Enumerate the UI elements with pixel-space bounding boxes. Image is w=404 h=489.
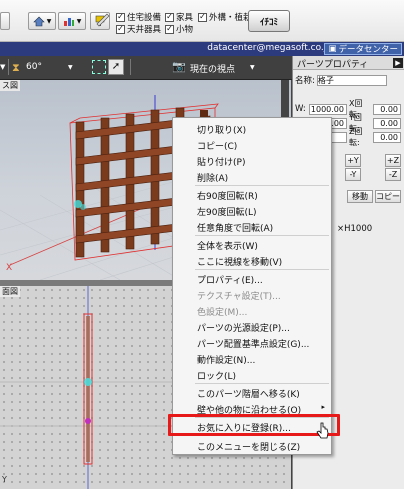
datacenter-icon: ▣	[328, 44, 337, 54]
toolbar-left-button[interactable]	[0, 12, 10, 30]
name-row: 名称: 格子	[295, 74, 387, 86]
account-bar: datacenter@megasoft.co.jp ▣ データセンター	[0, 42, 404, 56]
menu-item-lock[interactable]: ロック(L)	[197, 369, 236, 382]
checkbox-exterior[interactable]: ✓ 外構・植栽	[198, 11, 252, 23]
checkbox-label: 小物	[176, 25, 194, 35]
checkbox-check: ✓	[198, 12, 207, 22]
toolbar-divider	[130, 59, 131, 75]
chevron-down-icon: ▼	[46, 17, 52, 25]
highlight-box	[168, 414, 340, 436]
checkbox-check: ✓	[116, 12, 125, 22]
menu-separator	[195, 269, 329, 270]
collapse-arrow-icon[interactable]: ▶	[393, 58, 403, 68]
toolbar-divider	[8, 59, 9, 75]
menu-item-texture[interactable]: テクスチャ設定(T)...	[197, 289, 281, 302]
menu-separator	[195, 235, 329, 236]
move-label: 移動	[352, 192, 368, 201]
menu-item-color[interactable]: 色設定(M)...	[197, 305, 247, 318]
menu-item-rotate-right[interactable]: 右90度回転(R)	[197, 189, 258, 202]
angle-value[interactable]: 60°	[26, 62, 42, 72]
checkbox-check: ✓	[165, 12, 174, 22]
menu-separator	[195, 185, 329, 186]
chevron-down-icon[interactable]: ▼	[250, 64, 255, 71]
panel-header: パーツプロパティ ▶	[293, 56, 404, 70]
menu-separator	[195, 383, 329, 384]
viewpoint-label[interactable]: 現在の視点	[190, 62, 235, 75]
minus-z-button[interactable]: -Z	[385, 168, 401, 181]
plus-y-button[interactable]: +Y	[345, 154, 361, 167]
copy-label: コピー	[376, 192, 400, 201]
datacenter-label: データセンター	[338, 45, 398, 55]
minus-z-label: -Z	[388, 170, 398, 179]
account-email: datacenter@megasoft.co.jp	[207, 43, 332, 53]
mouse-cursor-icon	[316, 422, 329, 439]
menu-item-close-menu[interactable]: このメニューを閉じる(Z)	[197, 440, 300, 453]
perspective-icon[interactable]: ⧗	[12, 61, 20, 75]
menu-item-base-point[interactable]: パーツ配置基準点設定(G)...	[197, 337, 309, 350]
checkbox-small-items[interactable]: ✓ 小物	[165, 23, 193, 35]
chevron-down-icon[interactable]: ▼	[68, 64, 73, 71]
size-text: ×H1000	[337, 224, 373, 234]
checkbox-label: 家具	[176, 13, 194, 23]
menu-item-show-all[interactable]: 全体を表示(W)	[197, 239, 258, 252]
checkbox-label: 外構・植栽	[209, 13, 252, 23]
panel-title: パーツプロパティ	[297, 60, 369, 70]
menu-item-go-to-hierarchy[interactable]: このパーツ階層へ移る(K)	[197, 387, 300, 400]
checkbox-ceiling[interactable]: ✓ 天井器具	[116, 23, 161, 35]
plan-view-label: 面図	[0, 286, 20, 297]
chevron-down-icon: ▼	[76, 17, 82, 25]
plus-z-label: +Z	[386, 156, 400, 165]
plan-pivot-point[interactable]	[85, 418, 91, 424]
menu-item-delete[interactable]: 削除(A)	[197, 171, 228, 184]
menu-item-rotate-any[interactable]: 任意角度で回転(A)	[197, 221, 273, 234]
chevron-down-icon[interactable]: ▼	[0, 63, 5, 71]
axis-y-label: Y	[1, 475, 7, 484]
camera-icon[interactable]: 📷	[172, 60, 186, 73]
menu-item-properties[interactable]: プロパティ(E)...	[197, 273, 263, 286]
ruler-icon[interactable]	[96, 13, 110, 30]
checkbox-check: ✓	[165, 24, 174, 34]
ichikomi-logo: ｲﾁｺﾐ	[259, 17, 278, 28]
3d-view-label: ス図	[0, 80, 20, 91]
move-button[interactable]: 移動	[347, 190, 373, 203]
home-icon	[32, 16, 45, 26]
menu-item-light-source[interactable]: パーツの光源設定(P)...	[197, 321, 290, 334]
checkbox-furniture[interactable]: ✓ 家具	[165, 11, 193, 23]
plus-y-label: +Y	[347, 156, 359, 165]
view-toolbar: ▼ ⧗ 60° ▼ ➚ 📷 現在の視点 ▼	[0, 56, 292, 80]
menu-item-cut[interactable]: 切り取り(X)	[197, 123, 246, 136]
menu-item-paste[interactable]: 貼り付け(P)	[197, 155, 245, 168]
menu-item-copy[interactable]: コピー(C)	[197, 139, 237, 152]
ichikomi-button[interactable]: ｲﾁｺﾐ	[248, 10, 290, 32]
chart-dropdown-button[interactable]: ▼	[58, 12, 86, 30]
menu-item-move-view[interactable]: ここに視線を移動(V)	[197, 255, 282, 268]
checkbox-check: ✓	[116, 24, 125, 34]
z-rot-input[interactable]: 0.00	[373, 131, 401, 143]
plan-gizmo[interactable]	[84, 378, 92, 386]
menu-item-motion[interactable]: 動作設定(N)...	[197, 353, 255, 366]
datacenter-button[interactable]: ▣ データセンター	[324, 43, 402, 55]
checkbox-housing[interactable]: ✓ 住宅設備	[116, 11, 161, 23]
pointer-tool-icon[interactable]: ➚	[108, 59, 124, 75]
home-dropdown-button[interactable]: ▼	[28, 12, 56, 30]
checkbox-label: 天井器具	[127, 25, 162, 35]
minus-y-button[interactable]: -Y	[345, 168, 361, 181]
chart-icon	[63, 17, 74, 26]
name-label: 名称:	[295, 76, 315, 86]
name-input[interactable]: 格子	[316, 74, 387, 86]
checkbox-label: 住宅設備	[127, 13, 162, 23]
z-rot-label: Z回転:	[349, 127, 363, 147]
plan-lattice[interactable]	[86, 316, 90, 462]
minus-y-label: -Y	[349, 170, 357, 179]
submenu-arrow-icon: ▸	[321, 403, 325, 411]
axis-x-label: X	[6, 263, 12, 273]
main-toolbar: ▼ ▼ ✓ 住宅設備 ✓ 天井器具 ✓ 家具 ✓ 小物 ✓ 外構・植栽 ｲﾁｺﾐ	[0, 0, 404, 42]
menu-item-rotate-left[interactable]: 左90度回転(L)	[197, 205, 257, 218]
copy-button[interactable]: コピー	[375, 190, 401, 203]
plus-z-button[interactable]: +Z	[385, 154, 401, 167]
fit-view-icon[interactable]	[92, 60, 106, 74]
context-menu: 切り取り(X) コピー(C) 貼り付け(P) 削除(A) 右90度回転(R) 左…	[172, 117, 332, 455]
